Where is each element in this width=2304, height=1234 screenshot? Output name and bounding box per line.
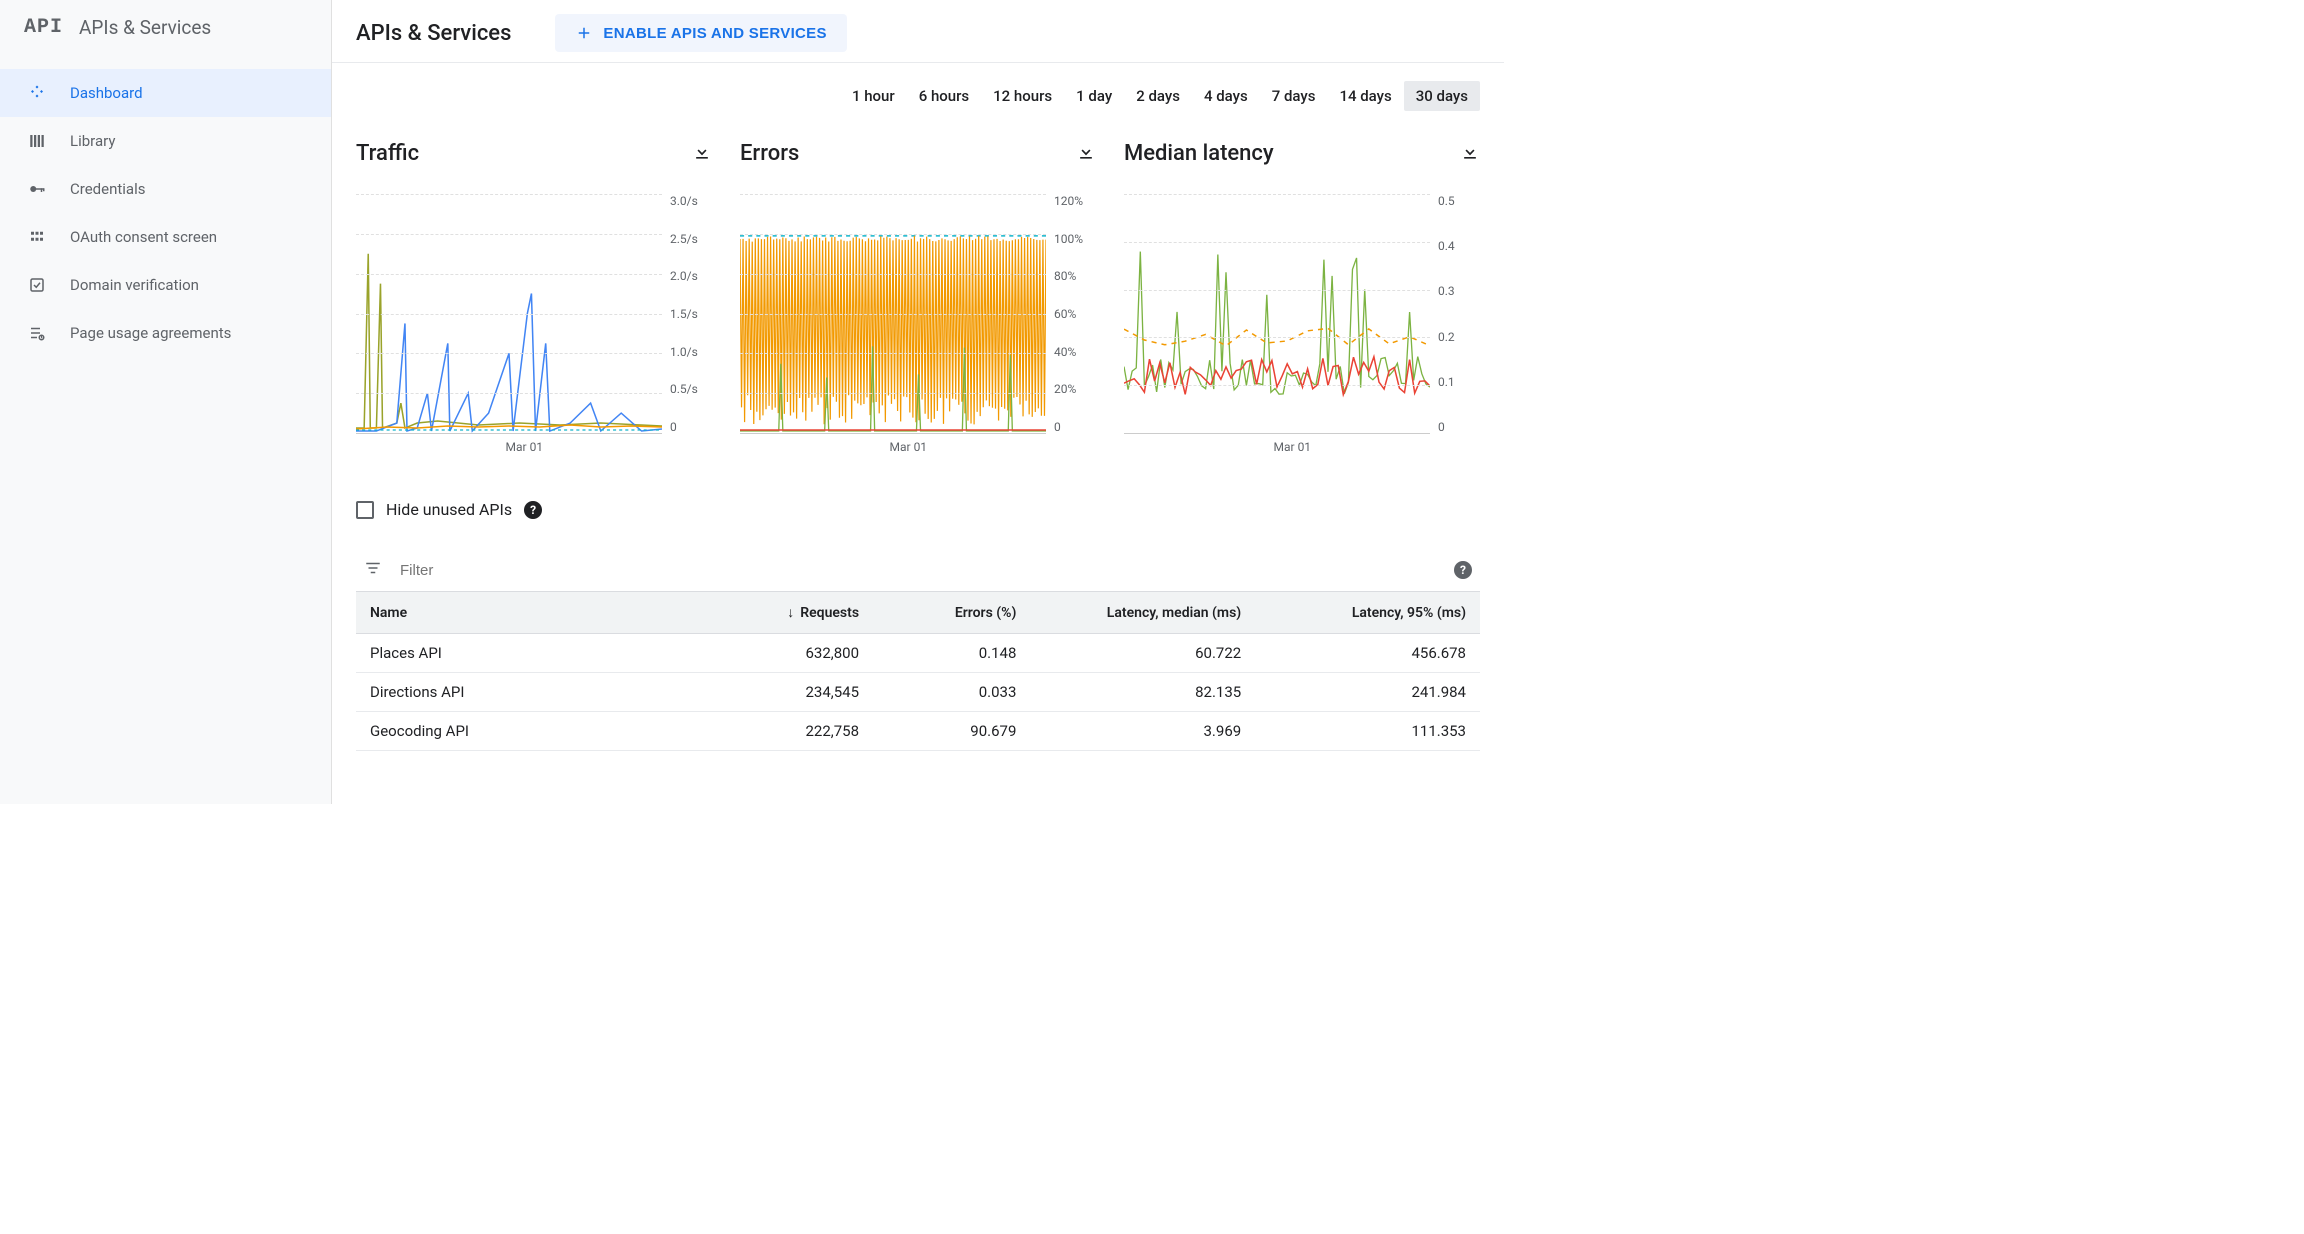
key-icon [28, 180, 46, 198]
time-tab-7d[interactable]: 7 days [1260, 81, 1328, 111]
chart-errors: Errors 120% [740, 141, 1096, 454]
sidebar-item-dashboard[interactable]: Dashboard [0, 69, 331, 117]
time-tab-2d[interactable]: 2 days [1124, 81, 1192, 111]
sidebar-item-library[interactable]: Library [0, 117, 331, 165]
main-header: APIs & Services ENABLE APIS AND SERVICES [332, 0, 1504, 63]
chart-errors-body: 120% 100% 80% 60% 40% 20% 0 Mar 01 [740, 194, 1096, 454]
page-title: APIs & Services [356, 21, 511, 46]
sidebar-title: APIs & Services [79, 16, 211, 39]
table-row[interactable]: Geocoding API 222,758 90.679 3.969 111.3… [356, 712, 1480, 751]
download-icon[interactable] [692, 142, 712, 166]
sidebar-item-page-usage[interactable]: Page usage agreements [0, 309, 331, 357]
chart-latency: Median latency 0.5 [1124, 141, 1480, 454]
cell-errors: 0.148 [873, 634, 1030, 673]
sidebar-header: API APIs & Services [0, 0, 331, 57]
chart-traffic-yticks: 3.0/s 2.5/s 2.0/s 1.5/s 1.0/s 0.5/s 0 [666, 194, 712, 434]
help-icon[interactable]: ? [1454, 561, 1472, 579]
cell-errors: 90.679 [873, 712, 1030, 751]
time-tab-4d[interactable]: 4 days [1192, 81, 1260, 111]
sidebar-item-label: Credentials [70, 180, 145, 198]
cell-requests: 222,758 [716, 712, 873, 751]
sidebar: API APIs & Services Dashboard Library [0, 0, 332, 804]
time-tab-1d[interactable]: 1 day [1064, 81, 1124, 111]
library-icon [28, 132, 46, 150]
enable-apis-label: ENABLE APIS AND SERVICES [603, 25, 826, 42]
time-tab-6h[interactable]: 6 hours [907, 81, 981, 111]
time-tab-1h[interactable]: 1 hour [840, 81, 907, 111]
chart-errors-yticks: 120% 100% 80% 60% 40% 20% 0 [1050, 194, 1096, 434]
cell-latency-95: 111.353 [1255, 712, 1480, 751]
sidebar-item-label: Page usage agreements [70, 324, 231, 342]
col-latency-95[interactable]: Latency, 95% (ms) [1255, 592, 1480, 634]
cell-errors: 0.033 [873, 673, 1030, 712]
hide-unused-checkbox[interactable] [356, 501, 374, 519]
charts-row: Traffic [332, 111, 1504, 454]
col-latency-median[interactable]: Latency, median (ms) [1030, 592, 1255, 634]
plus-icon [575, 24, 593, 42]
sidebar-item-oauth-consent[interactable]: OAuth consent screen [0, 213, 331, 261]
chart-errors-title: Errors [740, 141, 799, 166]
chart-latency-xtick: Mar 01 [1274, 440, 1312, 454]
chart-latency-title: Median latency [1124, 141, 1274, 166]
cell-name: Geocoding API [356, 712, 716, 751]
col-errors[interactable]: Errors (%) [873, 592, 1030, 634]
table-header-row: Name ↓Requests Errors (%) Latency, media… [356, 592, 1480, 634]
hide-unused-row: Hide unused APIs ? [356, 500, 1480, 519]
col-name[interactable]: Name [356, 592, 716, 634]
dashboard-icon [28, 84, 46, 102]
download-icon[interactable] [1460, 142, 1480, 166]
hide-unused-label: Hide unused APIs [386, 500, 512, 519]
cell-name: Places API [356, 634, 716, 673]
chart-traffic-body: 3.0/s 2.5/s 2.0/s 1.5/s 1.0/s 0.5/s 0 Ma… [356, 194, 712, 454]
sidebar-item-label: OAuth consent screen [70, 228, 217, 246]
chart-latency-body: 0.5 0.4 0.3 0.2 0.1 0 Mar 01 [1124, 194, 1480, 454]
filter-icon [364, 559, 382, 581]
sidebar-item-label: Domain verification [70, 276, 199, 294]
consent-icon [28, 228, 46, 246]
cell-requests: 234,545 [716, 673, 873, 712]
api-table: Name ↓Requests Errors (%) Latency, media… [356, 592, 1480, 751]
filter-bar: ? [356, 549, 1480, 592]
chart-traffic-title: Traffic [356, 141, 419, 166]
cell-requests: 632,800 [716, 634, 873, 673]
time-tab-30d[interactable]: 30 days [1404, 81, 1480, 111]
chart-traffic: Traffic [356, 141, 712, 454]
cell-latency-median: 82.135 [1030, 673, 1255, 712]
time-tab-14d[interactable]: 14 days [1327, 81, 1403, 111]
sidebar-item-domain-verification[interactable]: Domain verification [0, 261, 331, 309]
cell-latency-95: 456.678 [1255, 634, 1480, 673]
check-square-icon [28, 276, 46, 294]
chart-errors-xtick: Mar 01 [890, 440, 928, 454]
filter-section: Hide unused APIs ? ? Name ↓Requests Erro… [332, 454, 1504, 751]
api-logo: API [24, 16, 63, 39]
main-content: APIs & Services ENABLE APIS AND SERVICES… [332, 0, 1504, 804]
sidebar-item-label: Library [70, 132, 115, 150]
cell-latency-95: 241.984 [1255, 673, 1480, 712]
enable-apis-button[interactable]: ENABLE APIS AND SERVICES [555, 14, 846, 52]
cell-latency-median: 3.969 [1030, 712, 1255, 751]
nav-list: Dashboard Library Credentials OAuth cons… [0, 69, 331, 357]
filter-input[interactable] [400, 562, 1436, 579]
download-icon[interactable] [1076, 142, 1096, 166]
table-row[interactable]: Places API 632,800 0.148 60.722 456.678 [356, 634, 1480, 673]
sort-desc-icon: ↓ [787, 605, 794, 621]
time-tab-12h[interactable]: 12 hours [981, 81, 1064, 111]
cell-latency-median: 60.722 [1030, 634, 1255, 673]
help-icon[interactable]: ? [524, 501, 542, 519]
time-range-tabs: 1 hour 6 hours 12 hours 1 day 2 days 4 d… [332, 63, 1504, 111]
sidebar-item-credentials[interactable]: Credentials [0, 165, 331, 213]
sidebar-item-label: Dashboard [70, 84, 143, 102]
agreements-icon [28, 324, 46, 342]
chart-latency-yticks: 0.5 0.4 0.3 0.2 0.1 0 [1434, 194, 1480, 434]
table-row[interactable]: Directions API 234,545 0.033 82.135 241.… [356, 673, 1480, 712]
chart-traffic-xtick: Mar 01 [506, 440, 544, 454]
cell-name: Directions API [356, 673, 716, 712]
col-requests[interactable]: ↓Requests [716, 592, 873, 634]
